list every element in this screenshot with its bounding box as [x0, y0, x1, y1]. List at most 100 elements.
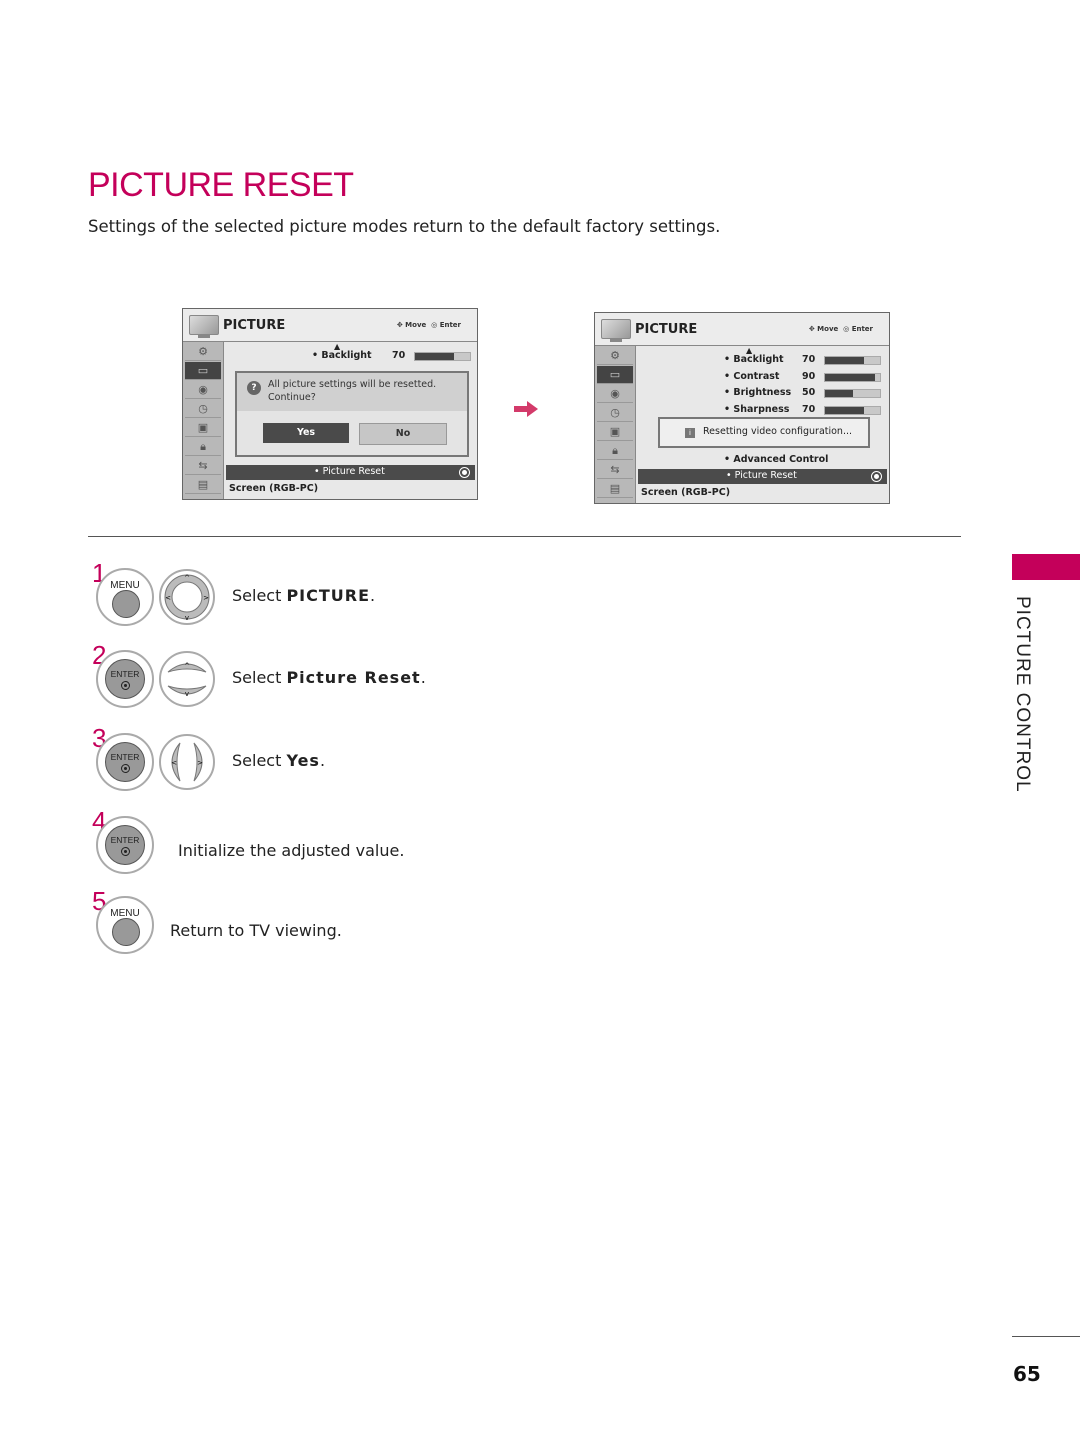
info-popup: i Resetting video configuration...: [658, 417, 870, 448]
step-instruction: Initialize the adjusted value.: [178, 841, 405, 860]
enter-dot-icon: [121, 764, 130, 773]
sidebar-picture-icon[interactable]: ▭: [597, 366, 633, 384]
picture-reset-label: • Picture Reset: [314, 466, 385, 477]
arrow-right-icon: [514, 401, 538, 417]
menu-button[interactable]: MENU: [96, 568, 154, 626]
page-subtitle: Settings of the selected picture modes r…: [88, 217, 721, 236]
enter-knob: ENTER: [105, 742, 145, 782]
setting-bar[interactable]: [824, 405, 881, 415]
info-icon: i: [685, 428, 695, 438]
osd-nav-hint: ✥ Move ◎ Enter: [809, 325, 873, 333]
sidebar-lock-icon[interactable]: 🔒︎: [185, 438, 221, 456]
enter-icon: ◎: [843, 325, 850, 333]
setting-bar[interactable]: [824, 389, 881, 398]
sidebar-audio-icon[interactable]: ◉: [185, 381, 221, 399]
enter-button-label: ENTER: [110, 669, 140, 679]
selected-radio-icon: [871, 471, 882, 482]
picture-reset-item[interactable]: • Picture Reset: [226, 465, 475, 480]
setting-value: 90: [802, 370, 816, 382]
setting-label: • Contrast: [724, 370, 780, 382]
info-message: Resetting video configuration...: [703, 426, 853, 437]
dialog-message-line2: Continue?: [268, 392, 316, 403]
advanced-control-item[interactable]: • Advanced Control: [724, 454, 828, 465]
osd-header: PICTURE ✥ Move ◎ Enter: [595, 313, 889, 346]
tv-icon: [601, 319, 631, 342]
step-prefix: Select: [232, 586, 287, 605]
osd-header: PICTURE ✥ Move ◎ Enter: [183, 309, 477, 342]
setting-label: • Backlight: [724, 354, 784, 365]
sidebar-option-icon[interactable]: ▣: [185, 419, 221, 437]
step-prefix: Select: [232, 668, 287, 687]
page-number-rule: [1012, 1336, 1080, 1337]
nav-enter-label: Enter: [439, 321, 461, 329]
sidebar-option-icon[interactable]: ▣: [597, 423, 633, 441]
osd-title: PICTURE: [635, 322, 698, 337]
svg-text:<: <: [171, 759, 177, 767]
move-icon: ✥: [396, 321, 403, 329]
sidebar-input-icon[interactable]: ⇆: [185, 457, 221, 475]
nav-move-label: Move: [405, 321, 427, 329]
question-icon: ?: [247, 381, 261, 395]
dialog-message-area: ? All picture settings will be resetted.…: [237, 373, 467, 411]
osd-sidebar: ⚙ ▭ ◉ ◷ ▣ 🔒︎ ⇆ ▤: [183, 342, 224, 499]
sidebar-usb-icon[interactable]: ▤: [597, 480, 633, 498]
step-suffix: .: [319, 751, 326, 770]
step-instruction: Return to TV viewing.: [170, 921, 342, 940]
setting-label: • Brightness: [724, 387, 792, 398]
enter-knob: ENTER: [105, 659, 145, 699]
setting-value: 70: [802, 403, 816, 415]
sidebar-setup-icon[interactable]: ⚙: [185, 343, 221, 361]
backlight-bar[interactable]: [414, 352, 471, 361]
step-suffix: .: [420, 668, 426, 687]
left-right-nav-button[interactable]: < >: [158, 733, 216, 791]
enter-knob: ENTER: [105, 825, 145, 865]
step-target: Yes: [286, 751, 320, 770]
step-target: Picture Reset: [286, 668, 421, 687]
enter-button-label: ENTER: [110, 835, 140, 845]
step-suffix: .: [370, 586, 376, 605]
enter-button[interactable]: ENTER: [96, 816, 154, 874]
no-button[interactable]: No: [359, 423, 447, 445]
sidebar-audio-icon[interactable]: ◉: [597, 385, 633, 403]
sidebar-picture-icon[interactable]: ▭: [185, 362, 221, 380]
osd-nav-hint: ✥ Move ◎ Enter: [397, 321, 461, 329]
four-way-nav-button[interactable]: ^ v < >: [158, 568, 216, 626]
sidebar-usb-icon[interactable]: ▤: [185, 476, 221, 494]
yes-button[interactable]: Yes: [263, 423, 349, 443]
page-title: PICTURE RESET: [88, 166, 354, 204]
enter-button[interactable]: ENTER: [96, 733, 154, 791]
sidebar-setup-icon[interactable]: ⚙: [597, 347, 633, 365]
step-instruction: Select Yes.: [232, 751, 325, 770]
osd-title: PICTURE: [223, 318, 286, 333]
dialog-message-line1: All picture settings will be resetted.: [268, 379, 437, 390]
nav-enter-label: Enter: [851, 325, 873, 333]
up-down-nav-button[interactable]: ^v: [158, 650, 216, 708]
svg-text:>: >: [197, 759, 203, 767]
sidebar-lock-icon[interactable]: 🔒︎: [597, 442, 633, 460]
osd-screen-confirm: PICTURE ✥ Move ◎ Enter ⚙ ▭ ◉ ◷ ▣ 🔒︎ ⇆ ▤ …: [182, 308, 478, 500]
page-number: 65: [1013, 1362, 1041, 1386]
enter-button[interactable]: ENTER: [96, 650, 154, 708]
menu-knob: [112, 590, 140, 618]
svg-text:^: ^: [184, 662, 190, 670]
enter-dot-icon: [121, 681, 130, 690]
setting-bar[interactable]: [824, 356, 881, 365]
backlight-label: • Backlight: [312, 350, 372, 361]
setting-bar[interactable]: [824, 372, 881, 382]
menu-button[interactable]: MENU: [96, 896, 154, 954]
step-instruction: Select Picture Reset.: [232, 668, 426, 687]
screen-rgb-pc-item[interactable]: Screen (RGB-PC): [229, 483, 318, 494]
sidebar-input-icon[interactable]: ⇆: [597, 461, 633, 479]
section-tab: [1012, 554, 1080, 580]
sidebar-time-icon[interactable]: ◷: [185, 400, 221, 418]
sidebar-time-icon[interactable]: ◷: [597, 404, 633, 422]
screen-rgb-pc-item[interactable]: Screen (RGB-PC): [641, 487, 730, 498]
setting-value: 70: [802, 354, 816, 365]
picture-reset-item[interactable]: • Picture Reset: [638, 469, 887, 484]
tv-icon: [189, 315, 219, 338]
step-target: PICTURE: [286, 586, 371, 605]
dialog-message: All picture settings will be resetted. C…: [268, 378, 436, 404]
enter-icon: ◎: [431, 321, 438, 329]
svg-text:^: ^: [184, 574, 190, 582]
divider: [88, 536, 961, 537]
